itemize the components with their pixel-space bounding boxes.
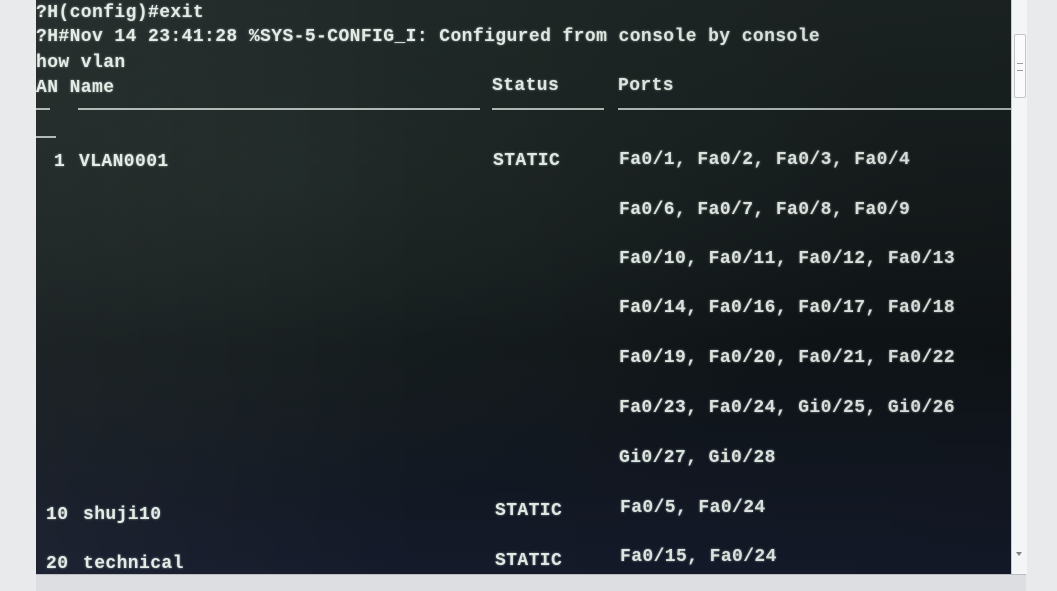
vlan-10-id: 10 — [46, 505, 69, 525]
vlan-1-id: 1 — [54, 152, 66, 172]
vlan-1-ports-line: Fa0/10, Fa0/11, Fa0/12, Fa0/13 — [619, 249, 956, 269]
vlan-10-status: STATIC — [495, 501, 563, 521]
scroll-down-arrow-icon[interactable] — [1016, 552, 1022, 556]
header-ports: Ports — [618, 76, 675, 96]
divider-wrap — [36, 136, 56, 138]
vlan-20-id: 20 — [46, 554, 69, 574]
divider-status — [492, 108, 604, 110]
syslog-message: ?H#Nov 14 23:41:28 %SYS-5-CONFIG_I: Conf… — [36, 27, 821, 47]
header-vlan-name: AN Name — [36, 78, 115, 98]
vlan-1-ports-line: Fa0/14, Fa0/16, Fa0/17, Fa0/18 — [619, 298, 956, 318]
vlan-1-status: STATIC — [493, 151, 561, 171]
vlan-1-name: VLAN0001 — [79, 152, 169, 172]
vlan-10-name: shuji10 — [83, 505, 162, 525]
divider-name — [78, 108, 480, 110]
command-line-show-vlan: how vlan — [36, 53, 126, 73]
window-bottom-edge — [36, 574, 1026, 591]
vlan-1-ports-line: Fa0/23, Fa0/24, Gi0/25, Gi0/26 — [619, 398, 956, 418]
vlan-10-ports: Fa0/5, Fa0/24 — [620, 498, 766, 518]
vlan-1-ports-line: Fa0/19, Fa0/20, Fa0/21, Fa0/22 — [619, 348, 956, 368]
vlan-20-ports: Fa0/15, Fa0/24 — [620, 547, 777, 567]
vertical-scrollbar[interactable] — [1011, 0, 1027, 574]
terminal-window[interactable]: ?H(config)#exit ?H#Nov 14 23:41:28 %SYS-… — [36, 0, 1011, 574]
divider-vlan — [36, 108, 50, 110]
vlan-1-ports-line: Fa0/6, Fa0/7, Fa0/8, Fa0/9 — [619, 200, 911, 220]
scrollbar-thumb[interactable] — [1014, 34, 1026, 98]
grip-icon — [1017, 63, 1023, 71]
vlan-20-status: STATIC — [495, 551, 563, 571]
divider-ports — [618, 108, 1011, 110]
vlan-20-name: technical — [83, 554, 184, 574]
vlan-1-ports-line: Fa0/1, Fa0/2, Fa0/3, Fa0/4 — [619, 150, 911, 170]
vlan-1-ports-line: Gi0/27, Gi0/28 — [619, 448, 776, 468]
command-line-exit: ?H(config)#exit — [36, 3, 205, 23]
header-status: Status — [492, 76, 560, 96]
